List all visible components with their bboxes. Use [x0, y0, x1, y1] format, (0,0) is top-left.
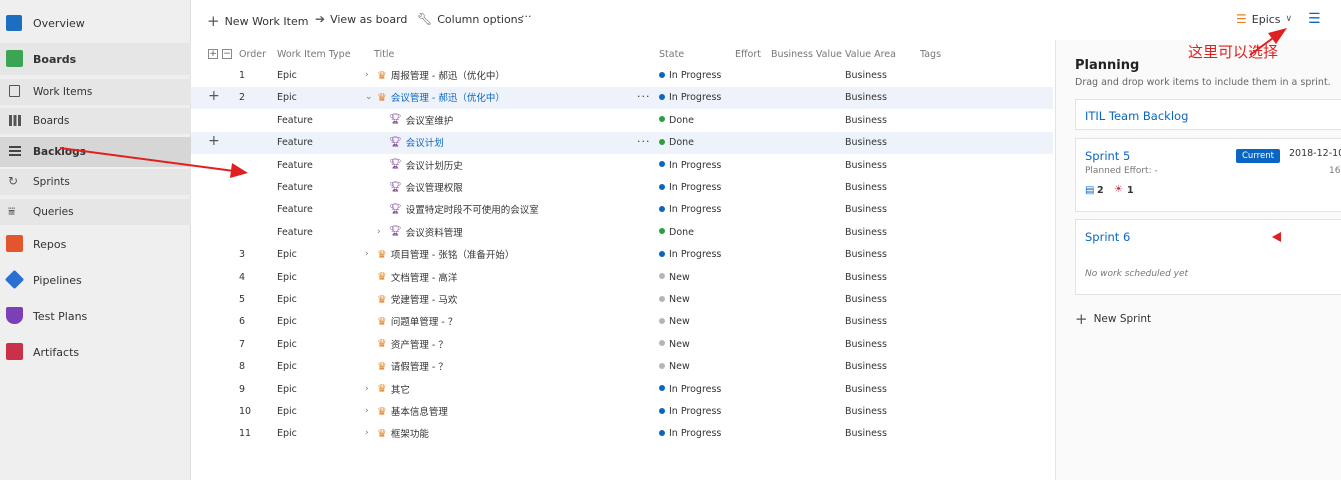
arrow-to-backlog-head [230, 163, 248, 178]
annotation-arrows [59, 28, 1287, 242]
arrow-to-backlog-line [59, 147, 235, 172]
sprint-6-pointer [1272, 232, 1281, 242]
app-root: Overview Boards Work Items Boards Backlo… [0, 0, 1341, 480]
annotation-text: 这里可以选择 [1188, 43, 1279, 61]
